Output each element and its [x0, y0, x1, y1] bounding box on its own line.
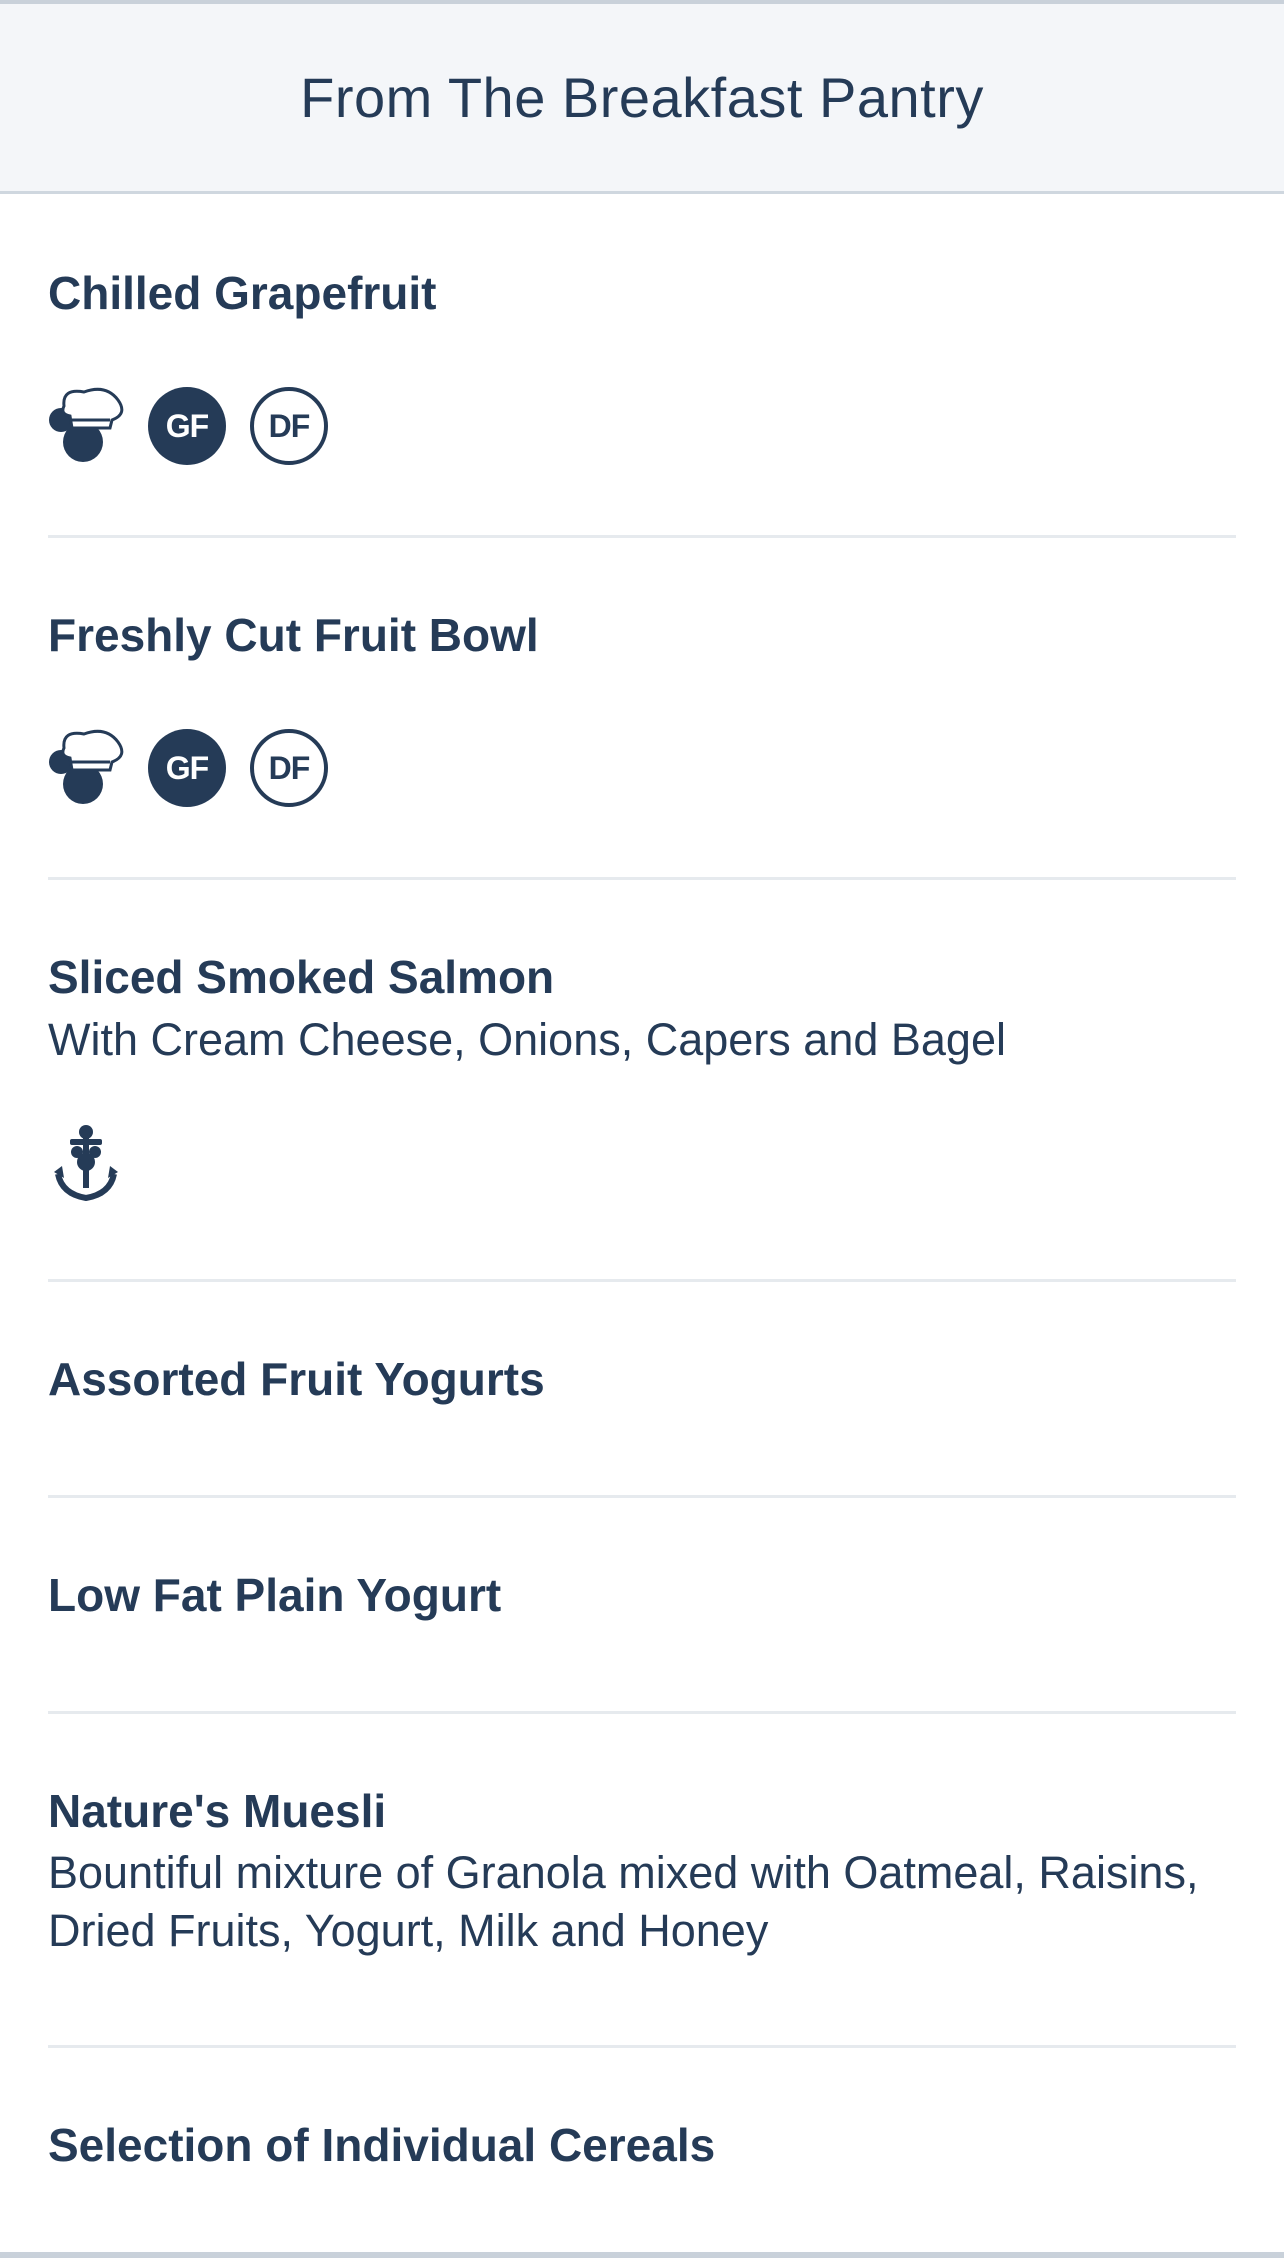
chef-mickey-icon: [49, 729, 124, 804]
menu-item[interactable]: Low Fat Plain Yogurt: [48, 1498, 1236, 1714]
menu-item[interactable]: Selection of Individual Cereals: [48, 2048, 1236, 2248]
menu-item[interactable]: Assorted Fruit Yogurts: [48, 1282, 1236, 1498]
gluten-free-badge: GF: [148, 387, 226, 465]
bottom-edge: [0, 2252, 1284, 2258]
menu-item[interactable]: Chilled Grapefruit GF DF: [48, 196, 1236, 538]
page-title: From The Breakfast Pantry: [300, 66, 984, 129]
item-name: Nature's Muesli: [48, 1785, 387, 1837]
item-description: With Cream Cheese, Onions, Capers and Ba…: [48, 1014, 1006, 1065]
item-name: Selection of Individual Cereals: [48, 2119, 716, 2171]
dietary-icons: GF DF: [48, 728, 328, 808]
gluten-free-badge: GF: [148, 729, 226, 807]
menu-item[interactable]: Sliced Smoked Salmon With Cream Cheese, …: [48, 880, 1236, 1282]
section-header: From The Breakfast Pantry: [0, 4, 1284, 194]
item-name: Assorted Fruit Yogurts: [48, 1353, 545, 1405]
dietary-icons: [48, 1124, 124, 1204]
item-name: Chilled Grapefruit: [48, 267, 437, 319]
item-name: Sliced Smoked Salmon: [48, 951, 555, 1003]
chef-mickey-icon: [49, 387, 124, 462]
dietary-icons: GF DF: [48, 386, 328, 466]
dairy-free-badge: DF: [250, 387, 328, 465]
dairy-free-badge: DF: [250, 729, 328, 807]
item-description: Bountiful mixture of Granola mixed with …: [48, 1847, 1199, 1956]
menu-item[interactable]: Nature's Muesli Bountiful mixture of Gra…: [48, 1714, 1236, 2048]
mickey-anchor-icon: [54, 1125, 118, 1202]
menu-item[interactable]: Freshly Cut Fruit Bowl GF DF: [48, 538, 1236, 880]
item-name: Freshly Cut Fruit Bowl: [48, 609, 539, 661]
menu-list: Chilled Grapefruit GF DF Freshly Cut Fru…: [48, 196, 1236, 2248]
item-name: Low Fat Plain Yogurt: [48, 1569, 502, 1621]
